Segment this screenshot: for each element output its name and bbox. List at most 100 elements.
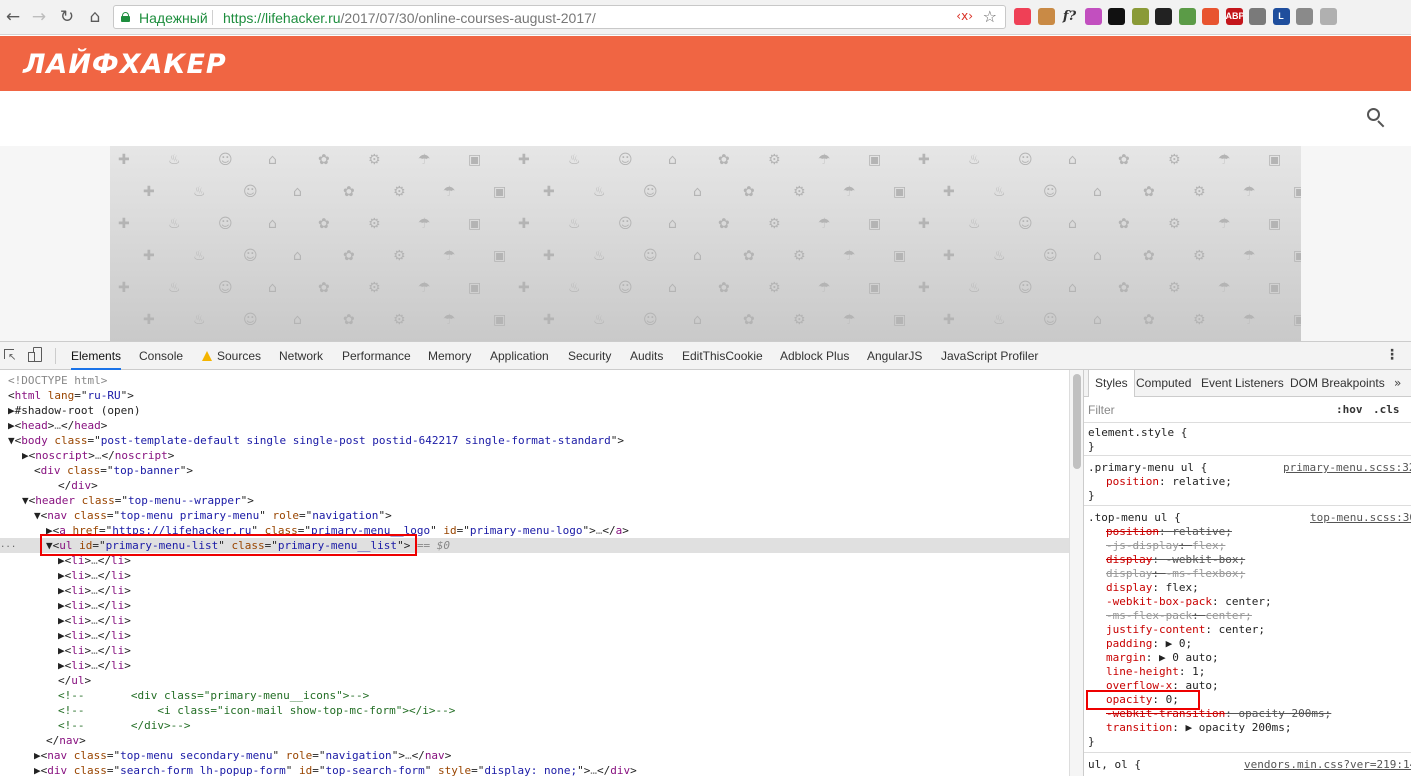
rule-selector[interactable]: ul, ol { — [1088, 758, 1141, 772]
dom-node-row[interactable]: ▶<li>…</li> — [0, 658, 1069, 673]
reload-icon[interactable]: ↻ — [56, 6, 78, 28]
dot-extension-icon[interactable] — [1108, 8, 1125, 25]
pocket-extension-icon[interactable] — [1014, 8, 1031, 25]
class-toggle[interactable]: .cls — [1373, 403, 1400, 416]
inspect-element-icon[interactable]: ↖ — [4, 349, 17, 363]
rule-selector[interactable]: element.style { — [1088, 426, 1187, 440]
pattern-glyph: ✚ — [543, 312, 555, 328]
angular-extension-icon[interactable] — [1319, 8, 1337, 25]
gradient-extension-icon[interactable] — [1084, 8, 1102, 25]
css-declaration[interactable]: display: -ms-flexbox; — [1106, 567, 1245, 581]
devtools-tab-security[interactable]: Security — [568, 342, 611, 370]
dom-node-row[interactable]: <!DOCTYPE html> — [0, 373, 1069, 388]
translate-icon[interactable]: ‹x› — [956, 9, 973, 23]
dom-node-row[interactable]: ▶<nav class="top-menu secondary-menu" ro… — [0, 748, 1069, 763]
collapsed-ellipsis: … — [54, 419, 61, 432]
address-bar[interactable]: Надежный https://lifehacker.ru/2017/07/3… — [113, 5, 1006, 29]
dom-node-row[interactable]: <div class="top-banner"> — [0, 463, 1069, 478]
forward-arrow-icon[interactable]: → — [28, 6, 50, 28]
dom-node-row[interactable]: <!-- <i class="icon-mail show-top-mc-for… — [0, 703, 1069, 718]
camera-extension-icon[interactable] — [1155, 8, 1172, 25]
dom-node-row[interactable]: ▶<head>…</head> — [0, 418, 1069, 433]
devtools-tab-memory[interactable]: Memory — [428, 342, 471, 370]
dom-node-row[interactable]: ▼<body class="post-template-default sing… — [0, 433, 1069, 448]
rule-selector[interactable]: .top-menu ul { — [1088, 511, 1181, 525]
more-tabs-icon[interactable]: » — [1394, 370, 1401, 397]
styles-filter-input[interactable]: Filter — [1088, 403, 1115, 417]
angular-batarang-icon[interactable] — [1249, 8, 1266, 25]
css-declaration[interactable]: -ms-flex-pack: center; — [1106, 609, 1252, 623]
device-toolbar-icon[interactable] — [28, 347, 44, 364]
css-declaration[interactable]: position: relative; — [1106, 475, 1232, 489]
css-declaration[interactable]: line-height: 1; — [1106, 665, 1205, 679]
devtools-tab-angularjs[interactable]: AngularJS — [867, 342, 922, 370]
more-options-icon[interactable]: ⋮ — [1385, 347, 1399, 363]
dom-node-row[interactable]: ▶<li>…</li> — [0, 568, 1069, 583]
css-declaration[interactable]: -webkit-box-pack: center; — [1106, 595, 1272, 609]
back-arrow-icon[interactable]: ← — [2, 6, 24, 28]
dom-node-row[interactable]: </ul> — [0, 673, 1069, 688]
dom-node-row[interactable]: ▼<header class="top-menu--wrapper"> — [0, 493, 1069, 508]
devtools-tab-elements[interactable]: Elements — [71, 342, 122, 370]
dom-node-row[interactable]: <!-- </div>--> — [0, 718, 1069, 733]
pattern-glyph: ☺ — [643, 184, 658, 200]
css-declaration[interactable]: justify-content: center; — [1106, 623, 1265, 637]
devtools-tab-audits[interactable]: Audits — [630, 342, 663, 370]
dom-node-row[interactable]: ▶<noscript>…</noscript> — [0, 448, 1069, 463]
fontface-extension-icon[interactable]: f? — [1061, 8, 1078, 25]
attr-value: display: none; — [484, 764, 578, 776]
react-extension-icon[interactable] — [1296, 8, 1313, 25]
dom-node-row[interactable]: ▶#shadow-root (open) — [0, 403, 1069, 418]
devtools-tab-adblock-plus[interactable]: Adblock Plus — [780, 342, 849, 370]
adblock-extension-icon[interactable]: ABP — [1225, 8, 1243, 25]
css-declaration[interactable]: margin: ▶ 0 auto; — [1106, 651, 1219, 665]
home-icon[interactable]: ⌂ — [84, 6, 106, 28]
rule-selector[interactable]: .primary-menu ul { — [1088, 461, 1207, 475]
css-declaration[interactable]: -js-display: flex; — [1106, 539, 1225, 553]
styles-tab-styles[interactable]: Styles — [1088, 370, 1135, 397]
scroll-thumb[interactable] — [1073, 374, 1081, 469]
css-declaration[interactable]: padding: ▶ 0; — [1106, 637, 1192, 651]
dom-node-row[interactable]: ▶<li>…</li> — [0, 598, 1069, 613]
dom-node-row[interactable]: ▶<li>…</li> — [0, 628, 1069, 643]
pattern-glyph: ✚ — [143, 312, 155, 328]
devtools-tab-performance[interactable]: Performance — [342, 342, 411, 370]
devtools-tab-console[interactable]: Console — [139, 342, 183, 370]
dom-node-row[interactable]: ▶<li>…</li> — [0, 643, 1069, 658]
dom-node-row[interactable]: ▼<nav class="top-menu primary-menu" role… — [0, 508, 1069, 523]
pattern-glyph: ▣ — [868, 152, 882, 168]
elements-scrollbar[interactable] — [1069, 370, 1083, 776]
cookie-extension-icon[interactable] — [1037, 8, 1055, 25]
dom-node-row[interactable]: </nav> — [0, 733, 1069, 748]
devtools-tab-application[interactable]: Application — [490, 342, 549, 370]
l-extension-icon[interactable]: L — [1272, 8, 1290, 25]
search-icon[interactable] — [1367, 108, 1385, 128]
toolbox-extension-icon[interactable] — [1131, 8, 1149, 25]
dom-node-row[interactable]: <!-- <div class="primary-menu__icons">--… — [0, 688, 1069, 703]
hover-state-toggle[interactable]: :hov — [1336, 403, 1363, 416]
site-logo[interactable]: ЛАЙФХАКЕР — [23, 49, 227, 80]
dom-node-row[interactable]: <html lang="ru-RU"> — [0, 388, 1069, 403]
dom-node-row[interactable]: </div> — [0, 478, 1069, 493]
styles-tab-dom-breakpoints[interactable]: DOM Breakpoints — [1290, 370, 1385, 397]
sheet-extension-icon[interactable] — [1178, 8, 1196, 25]
css-declaration[interactable]: position: relative; — [1106, 525, 1232, 539]
devtools-tab-editthiscookie[interactable]: EditThisCookie — [682, 342, 763, 370]
css-declaration[interactable]: display: -webkit-box; — [1106, 553, 1245, 567]
url-text[interactable]: https://lifehacker.ru/2017/07/30/online-… — [223, 10, 596, 26]
css-declaration[interactable]: transition: ▶ opacity 200ms; — [1106, 721, 1291, 735]
devtools-tab-network[interactable]: Network — [279, 342, 323, 370]
pattern-glyph: ☂ — [818, 152, 831, 168]
dom-node-row[interactable]: ▶<li>…</li> — [0, 613, 1069, 628]
css-value: ▶ opacity 200ms; — [1185, 721, 1292, 734]
styles-tab-event-listeners[interactable]: Event Listeners — [1201, 370, 1284, 397]
dom-node-row[interactable]: ▶<li>…</li> — [0, 583, 1069, 598]
devtools-tab-javascript-profiler[interactable]: JavaScript Profiler — [941, 342, 1038, 370]
bookmark-star-icon[interactable]: ☆ — [983, 7, 997, 26]
css-declaration[interactable]: display: flex; — [1106, 581, 1199, 595]
styles-tab-computed[interactable]: Computed — [1136, 370, 1191, 397]
selector-text: element.style { — [1088, 426, 1188, 439]
devtools-tab-sources[interactable]: Sources — [202, 342, 261, 370]
dom-node-row[interactable]: ▶<div class="search-form lh-popup-form" … — [0, 763, 1069, 776]
colorpick-extension-icon[interactable] — [1202, 8, 1219, 25]
